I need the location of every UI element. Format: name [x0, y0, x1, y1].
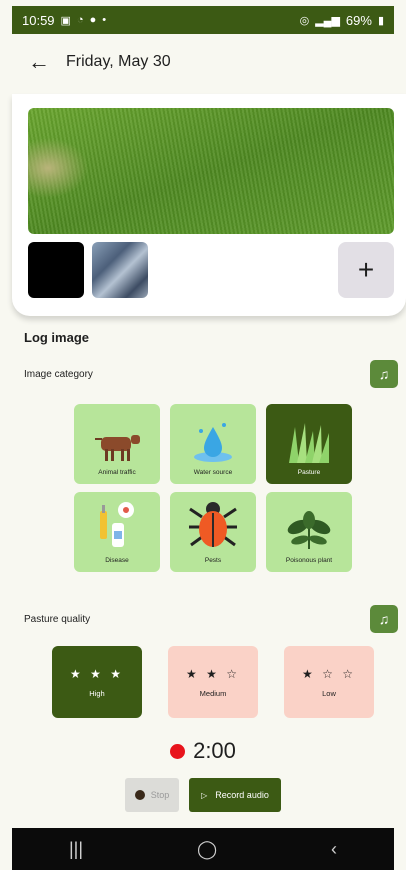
pasture-quality-help-button[interactable]: ♫ — [370, 605, 398, 633]
battery-icon: ▮ — [377, 14, 384, 27]
status-bar: 10:59 ▣ ◔ ● • ◎ ▂▄▆ 69% ▮ — [12, 6, 394, 34]
category-grid: Animal traffic Water source Pasture Dise… — [74, 404, 352, 572]
more-notifications-icon: • — [102, 14, 107, 26]
hearing-icon: ♫ — [378, 366, 390, 382]
log-image-title: Log image — [24, 330, 90, 345]
cow-icon — [95, 435, 140, 461]
battery-level: 69% — [345, 12, 372, 28]
water-drop-icon — [194, 423, 232, 462]
quality-low[interactable]: ★ ☆ ☆ Low — [284, 646, 374, 718]
header: ← Friday, May 30 — [12, 34, 394, 90]
photo-thumbnails — [28, 242, 148, 298]
category-animal-traffic[interactable]: Animal traffic — [74, 404, 160, 484]
system-nav-bar: ||| ◯ ‹ — [12, 828, 394, 870]
back-arrow-icon[interactable]: ← — [28, 51, 50, 73]
medicine-icon — [100, 502, 134, 547]
pasture-quality-label: Pasture quality — [24, 614, 91, 625]
category-label: Water source — [193, 469, 233, 476]
add-photo-button[interactable]: + — [338, 242, 394, 298]
play-icon: ▷ — [201, 790, 208, 800]
recording-dot-icon — [170, 743, 186, 759]
category-pasture[interactable]: Pasture — [266, 404, 352, 484]
category-disease[interactable]: Disease — [74, 492, 160, 572]
status-right: ◎ ▂▄▆ 69% ▮ — [300, 13, 384, 28]
plant-icon — [287, 511, 331, 549]
stop-icon — [134, 790, 145, 800]
hearing-icon: ♫ — [378, 611, 390, 627]
category-label: Pasture — [297, 469, 321, 476]
quality-label: High — [89, 688, 105, 698]
category-label: Pests — [204, 557, 222, 564]
category-label: Disease — [105, 557, 129, 564]
star-rating: ★ ☆ ☆ — [302, 666, 356, 681]
message-notification-icon: ● — [89, 14, 97, 26]
category-water-source[interactable]: Water source — [170, 404, 256, 484]
photo-card: + — [12, 94, 406, 316]
timer-value: 2:00 — [193, 738, 236, 763]
whatsapp-notification-icon: ◔ — [76, 14, 84, 26]
recorder-controls: Stop ▷ Record audio — [0, 778, 406, 812]
main-photo[interactable] — [28, 108, 394, 234]
photo-thumbnail[interactable] — [28, 242, 84, 298]
star-rating: ★ ★ ★ — [70, 666, 124, 681]
grass-icon — [289, 423, 329, 463]
record-audio-button[interactable]: ▷ Record audio — [189, 778, 281, 812]
beetle-icon — [189, 502, 237, 547]
nav-back-icon[interactable]: ‹ — [331, 839, 337, 860]
star-rating: ★ ★ ☆ — [186, 666, 240, 681]
quality-label: Low — [322, 688, 336, 698]
quality-medium[interactable]: ★ ★ ☆ Medium — [168, 646, 258, 718]
status-left: 10:59 ▣ ◔ ● • — [22, 13, 106, 28]
recording-timer: 2:00 — [0, 738, 406, 764]
home-icon[interactable]: ◯ — [197, 839, 217, 860]
status-time: 10:59 — [22, 12, 55, 28]
category-label: Poisonous plant — [285, 557, 333, 564]
stop-button[interactable]: Stop — [125, 778, 179, 812]
hotspot-icon: ◎ — [299, 14, 310, 27]
quality-options: ★ ★ ★ High ★ ★ ☆ Medium ★ ☆ ☆ Low — [52, 646, 374, 718]
stop-label: Stop — [150, 790, 170, 800]
image-category-help-button[interactable]: ♫ — [370, 360, 398, 388]
category-pests[interactable]: Pests — [170, 492, 256, 572]
signal-icon: ▂▄▆ — [315, 14, 340, 27]
record-label: Record audio — [215, 790, 269, 800]
quality-label: Medium — [199, 688, 227, 698]
page-title: Friday, May 30 — [66, 53, 171, 70]
recents-icon[interactable]: ||| — [69, 839, 83, 860]
image-category-label: Image category — [24, 369, 93, 380]
photo-thumbnail[interactable] — [92, 242, 148, 298]
quality-high[interactable]: ★ ★ ★ High — [52, 646, 142, 718]
category-label: Animal traffic — [98, 469, 136, 476]
gallery-notification-icon: ▣ — [60, 14, 71, 27]
category-poisonous-plant[interactable]: Poisonous plant — [266, 492, 352, 572]
